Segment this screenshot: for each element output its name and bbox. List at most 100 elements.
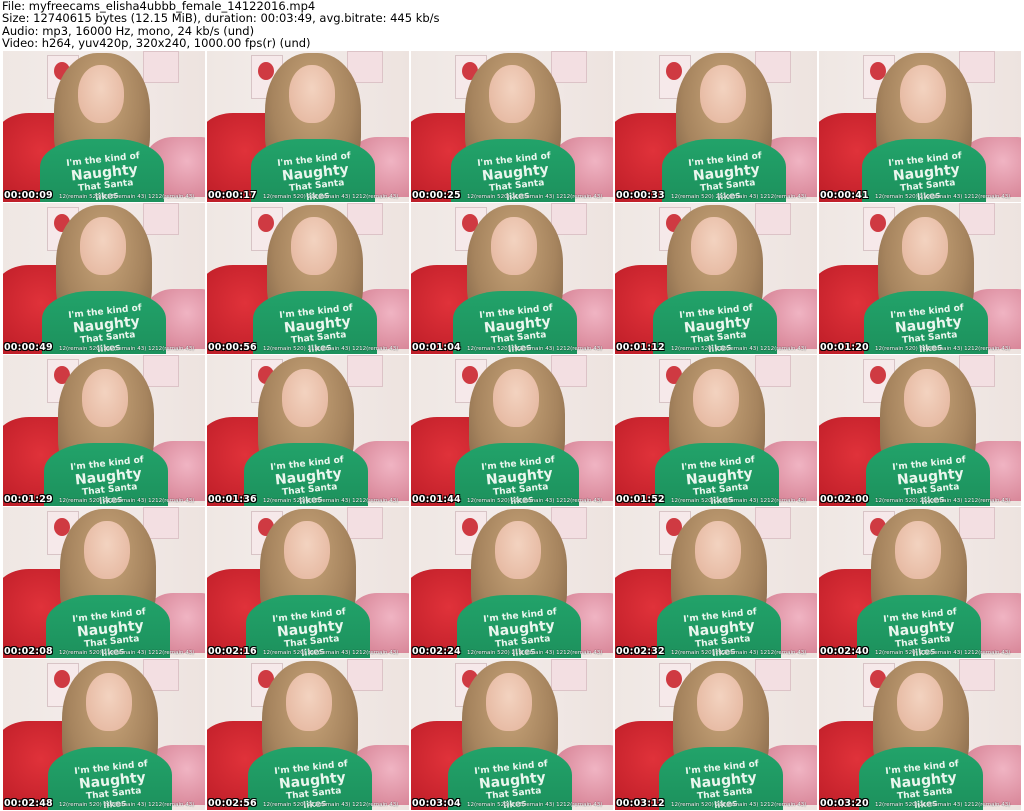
person-face [895, 521, 941, 579]
timestamp-label: 00:02:24 [412, 646, 461, 657]
person-face [86, 673, 132, 731]
person-face [78, 65, 124, 123]
video-thumbnail[interactable]: I'm the kind of Naughty That Santa likes… [3, 355, 205, 506]
stream-overlay-text: 12(remain 520) 212(remain 43) 1212(remai… [59, 650, 195, 656]
person-face [286, 673, 332, 731]
person-face [495, 521, 541, 579]
timestamp-label: 00:00:33 [616, 190, 665, 201]
stream-overlay-text: 12(remain 520) 212(remain 43) 1212(remai… [875, 346, 1011, 352]
stream-overlay-text: 12(remain 520) 212(remain 43) 1212(remai… [467, 194, 603, 200]
video-thumbnail[interactable]: I'm the kind of Naughty That Santa likes… [615, 51, 817, 202]
video-thumbnail[interactable]: I'm the kind of Naughty That Santa likes… [819, 203, 1021, 354]
timestamp-label: 00:01:44 [412, 494, 461, 505]
wall-decoration [755, 355, 791, 387]
video-thumbnail[interactable]: I'm the kind of Naughty That Santa likes… [207, 355, 409, 506]
timestamp-label: 00:02:00 [820, 494, 869, 505]
timestamp-label: 00:02:40 [820, 646, 869, 657]
stream-overlay-text: 12(remain 520) 212(remain 43) 1212(remai… [875, 194, 1011, 200]
wall-decoration [959, 507, 995, 539]
video-thumbnail[interactable]: I'm the kind of Naughty That Santa likes… [3, 203, 205, 354]
wall-decoration [755, 507, 791, 539]
stream-overlay-text: 12(remain 520) 212(remain 43) 1212(remai… [59, 346, 195, 352]
video-thumbnail[interactable]: I'm the kind of Naughty That Santa likes… [207, 507, 409, 658]
video-info-line: Video: h264, yuv420p, 320x240, 1000.00 f… [2, 36, 311, 51]
stream-overlay-text: 12(remain 520) 212(remain 43) 1212(remai… [59, 498, 195, 504]
stream-overlay-text: 12(remain 520) 212(remain 43) 1212(remai… [263, 346, 399, 352]
stream-overlay-text: 12(remain 520) 212(remain 43) 1212(remai… [671, 650, 807, 656]
timestamp-label: 00:03:04 [412, 798, 461, 809]
timestamp-label: 00:00:09 [4, 190, 53, 201]
wall-decoration [551, 51, 587, 83]
person-face [489, 65, 535, 123]
person-face [491, 217, 537, 275]
wall-decoration [551, 203, 587, 235]
video-thumbnail[interactable]: I'm the kind of Naughty That Santa likes… [615, 507, 817, 658]
video-thumbnail[interactable]: I'm the kind of Naughty That Santa likes… [411, 659, 613, 810]
stream-overlay-text: 12(remain 520) 212(remain 43) 1212(remai… [263, 498, 399, 504]
stream-overlay-text: 12(remain 520) 212(remain 43) 1212(remai… [467, 650, 603, 656]
timestamp-label: 00:02:56 [208, 798, 257, 809]
stream-overlay-text: 12(remain 520) 212(remain 43) 1212(remai… [671, 194, 807, 200]
wall-decoration [755, 203, 791, 235]
person-face [493, 369, 539, 427]
wall-decoration [959, 659, 995, 691]
video-thumbnail[interactable]: I'm the kind of Naughty That Santa likes… [819, 659, 1021, 810]
video-thumbnail[interactable]: I'm the kind of Naughty That Santa likes… [615, 659, 817, 810]
video-thumbnail[interactable]: I'm the kind of Naughty That Santa likes… [3, 659, 205, 810]
timestamp-label: 00:01:36 [208, 494, 257, 505]
timestamp-label: 00:02:48 [4, 798, 53, 809]
video-thumbnail[interactable]: I'm the kind of Naughty That Santa likes… [411, 507, 613, 658]
timestamp-label: 00:00:41 [820, 190, 869, 201]
video-thumbnail[interactable]: I'm the kind of Naughty That Santa likes… [207, 51, 409, 202]
timestamp-label: 00:02:08 [4, 646, 53, 657]
video-thumbnail[interactable]: I'm the kind of Naughty That Santa likes… [411, 51, 613, 202]
wall-decoration [143, 51, 179, 83]
video-thumbnail[interactable]: I'm the kind of Naughty That Santa likes… [411, 355, 613, 506]
video-thumbnail[interactable]: I'm the kind of Naughty That Santa likes… [819, 355, 1021, 506]
stream-overlay-text: 12(remain 520) 212(remain 43) 1212(remai… [671, 498, 807, 504]
stream-overlay-text: 12(remain 520) 212(remain 43) 1212(remai… [875, 498, 1011, 504]
person-face [904, 369, 950, 427]
stream-overlay-text: 12(remain 520) 212(remain 43) 1212(remai… [875, 802, 1011, 808]
video-thumbnail[interactable]: I'm the kind of Naughty That Santa likes… [819, 51, 1021, 202]
video-thumbnail[interactable]: I'm the kind of Naughty That Santa likes… [615, 355, 817, 506]
file-size-line: Size: 12740615 bytes (12.15 MiB), durati… [2, 11, 440, 26]
stream-overlay-text: 12(remain 520) 212(remain 43) 1212(remai… [671, 802, 807, 808]
stream-overlay-text: 12(remain 520) 212(remain 43) 1212(remai… [59, 802, 195, 808]
video-thumbnail[interactable]: I'm the kind of Naughty That Santa likes… [207, 659, 409, 810]
video-thumbnail[interactable]: I'm the kind of Naughty That Santa likes… [819, 507, 1021, 658]
stream-overlay-text: 12(remain 520) 212(remain 43) 1212(remai… [263, 194, 399, 200]
person-face [82, 369, 128, 427]
timestamp-label: 00:02:32 [616, 646, 665, 657]
person-face [289, 65, 335, 123]
timestamp-label: 00:03:20 [820, 798, 869, 809]
timestamp-label: 00:00:49 [4, 342, 53, 353]
stream-overlay-text: 12(remain 520) 212(remain 43) 1212(remai… [263, 802, 399, 808]
person-face [691, 217, 737, 275]
person-face [697, 673, 743, 731]
timestamp-label: 00:01:12 [616, 342, 665, 353]
wall-decoration [143, 203, 179, 235]
person-face [291, 217, 337, 275]
person-face [84, 521, 130, 579]
timestamp-label: 00:03:12 [616, 798, 665, 809]
wall-decoration [347, 355, 383, 387]
stream-overlay-text: 12(remain 520) 212(remain 43) 1212(remai… [263, 650, 399, 656]
video-thumbnail[interactable]: I'm the kind of Naughty That Santa likes… [411, 203, 613, 354]
stream-overlay-text: 12(remain 520) 212(remain 43) 1212(remai… [467, 346, 603, 352]
video-thumbnail[interactable]: I'm the kind of Naughty That Santa likes… [615, 203, 817, 354]
video-thumbnail[interactable]: I'm the kind of Naughty That Santa likes… [3, 51, 205, 202]
stream-overlay-text: 12(remain 520) 212(remain 43) 1212(remai… [671, 346, 807, 352]
person-face [700, 65, 746, 123]
stream-overlay-text: 12(remain 520) 212(remain 43) 1212(remai… [467, 498, 603, 504]
wall-decoration [143, 355, 179, 387]
video-thumbnail[interactable]: I'm the kind of Naughty That Santa likes… [3, 507, 205, 658]
person-face [897, 673, 943, 731]
wall-decoration [551, 659, 587, 691]
timestamp-label: 00:01:20 [820, 342, 869, 353]
wall-decoration [347, 659, 383, 691]
person-face [900, 65, 946, 123]
video-thumbnail[interactable]: I'm the kind of Naughty That Santa likes… [207, 203, 409, 354]
timestamp-label: 00:01:52 [616, 494, 665, 505]
stream-overlay-text: 12(remain 520) 212(remain 43) 1212(remai… [875, 650, 1011, 656]
